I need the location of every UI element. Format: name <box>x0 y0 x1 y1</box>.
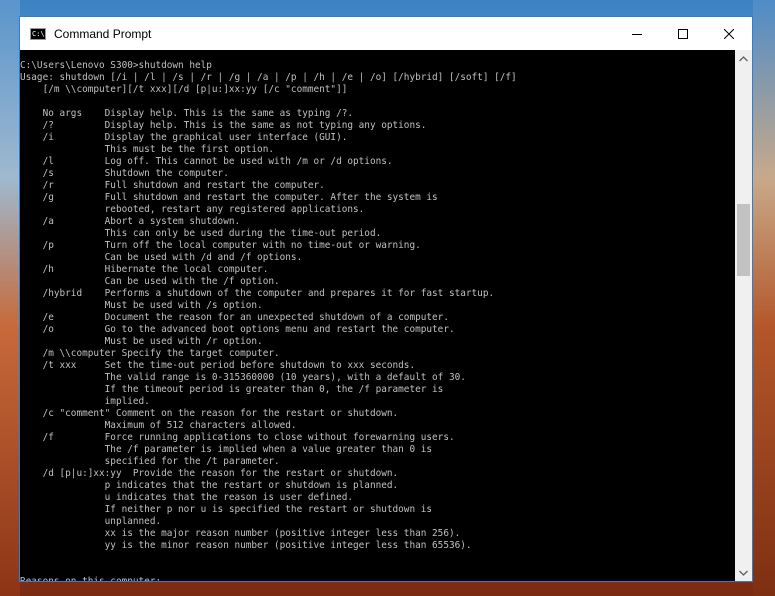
vertical-scrollbar[interactable] <box>735 50 752 581</box>
console-line: /h Hibernate the local computer. <box>20 264 269 275</box>
console-line: /l Log off. This cannot be used with /m … <box>20 156 393 167</box>
console-line: unplanned. <box>20 516 162 527</box>
console-line: Can be used with /d and /f options. <box>20 252 303 263</box>
console-line: /c "comment" Comment on the reason for t… <box>20 408 399 419</box>
console-line: /d [p|u:]xx:yy Provide the reason for th… <box>20 468 399 479</box>
console-line: /m \\computer Specify the target compute… <box>20 348 280 359</box>
title-bar[interactable]: C:\ Command Prompt <box>20 17 752 50</box>
console-line: If neither p nor u is specified the rest… <box>20 504 433 515</box>
console-line: /e Document the reason for an unexpected… <box>20 312 449 323</box>
console-line: /r Full shutdown and restart the compute… <box>20 180 325 191</box>
console-line: If the timeout period is greater than 0,… <box>20 384 444 395</box>
command-prompt-icon: C:\ <box>30 27 46 40</box>
window-title: Command Prompt <box>54 26 152 41</box>
console-line: /f Force running applications to close w… <box>20 432 455 443</box>
console-line: /t xxx Set the time-out period before sh… <box>20 360 416 371</box>
console-line: /s Shutdown the computer. <box>20 168 229 179</box>
console-line: Must be used with /r option. <box>20 336 263 347</box>
console-line: This can only be used during the time-ou… <box>20 228 382 239</box>
console-text: C:\Users\Lenovo S300>shutdown help Usage… <box>20 50 735 581</box>
console-line: Usage: shutdown [/i | /l | /s | /r | /g … <box>20 72 517 83</box>
desktop-background-right <box>753 0 775 596</box>
console-line: Reasons on this computer: <box>20 576 161 581</box>
scroll-down-button[interactable] <box>735 564 752 581</box>
close-button[interactable] <box>706 17 752 50</box>
console-line: /i Display the graphical user interface … <box>20 132 348 143</box>
console-line: u indicates that the reason is user defi… <box>20 492 354 503</box>
console-line: The valid range is 0-315360000 (10 years… <box>20 372 466 383</box>
maximize-button[interactable] <box>660 17 706 50</box>
maximize-icon <box>678 28 688 39</box>
command-prompt-window[interactable]: C:\ Command Prompt C:\Users\Lenovo S300>… <box>19 16 753 582</box>
console-line: /g Full shutdown and restart the compute… <box>20 192 438 203</box>
console-line: rebooted, restart any registered applica… <box>20 204 365 215</box>
console-line: /a Abort a system shutdown. <box>20 216 241 227</box>
minimize-icon <box>632 33 642 35</box>
console-line: This must be the first option. <box>20 144 274 155</box>
window-controls <box>614 17 752 50</box>
console-line: p indicates that the restart or shutdown… <box>20 480 399 491</box>
console-line: specified for the /t parameter. <box>20 456 280 467</box>
console-line: /hybrid Performs a shutdown of the compu… <box>20 288 495 299</box>
console-line: Can be used with the /f option. <box>20 276 280 287</box>
scroll-up-button[interactable] <box>735 50 752 67</box>
console-line: xx is the major reason number (positive … <box>20 528 461 539</box>
console-line: No args Display help. This is the same a… <box>20 108 354 119</box>
console-line: implied. <box>20 396 150 407</box>
console-line: Maximum of 512 characters allowed. <box>20 420 297 431</box>
console-line: /p Turn off the local computer with no t… <box>20 240 421 251</box>
console-line: /? Display help. This is the same as not… <box>20 120 427 131</box>
console-line: C:\Users\Lenovo S300>shutdown help <box>20 60 212 71</box>
chevron-down-icon <box>739 570 748 576</box>
console-line: Must be used with /s option. <box>20 300 263 311</box>
minimize-button[interactable] <box>614 17 660 50</box>
console-output[interactable]: C:\Users\Lenovo S300>shutdown help Usage… <box>20 50 735 581</box>
console-line: The /f parameter is implied when a value… <box>20 444 433 455</box>
console-line: [/m \\computer][/t xxx][/d [p|u:]xx:yy [… <box>20 84 348 95</box>
close-icon <box>724 28 734 39</box>
chevron-up-icon <box>739 55 748 61</box>
scrollbar-thumb[interactable] <box>737 204 750 276</box>
console-line: /o Go to the advanced boot options menu … <box>20 324 455 335</box>
console-line: yy is the minor reason number (positive … <box>20 540 472 551</box>
desktop-background-left <box>0 0 20 596</box>
